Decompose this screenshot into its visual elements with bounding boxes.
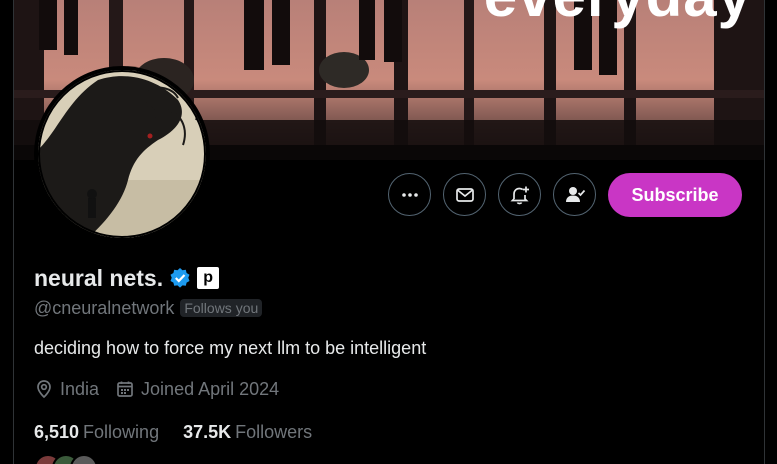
banner-text: everyday bbox=[484, 0, 752, 26]
more-button[interactable] bbox=[388, 173, 431, 216]
followed-by-row[interactable] bbox=[34, 454, 98, 464]
follower-avatar bbox=[70, 454, 98, 464]
profile-avatar[interactable] bbox=[34, 66, 210, 242]
joined-item: Joined April 2024 bbox=[115, 379, 279, 400]
follows-you-badge: Follows you bbox=[180, 299, 263, 317]
profile-bio: deciding how to force my next llm to be … bbox=[34, 338, 427, 358]
profile-meta: India Joined April 2024 bbox=[34, 377, 295, 401]
followers-label: Followers bbox=[235, 421, 313, 442]
following-button[interactable] bbox=[553, 173, 596, 216]
bell-plus-icon bbox=[509, 186, 529, 204]
avatar-image bbox=[38, 70, 206, 238]
joined-text: Joined April 2024 bbox=[141, 378, 280, 399]
display-name: neural nets. bbox=[34, 264, 164, 291]
followers-link[interactable]: 37.5K Followers bbox=[183, 422, 312, 443]
name-row: neural nets. p bbox=[34, 263, 220, 293]
location-text: India bbox=[60, 378, 100, 399]
more-horizontal-icon bbox=[401, 192, 418, 197]
envelope-icon bbox=[455, 187, 474, 202]
following-count: 6,510 bbox=[34, 421, 80, 442]
affiliate-badge-icon[interactable]: p bbox=[197, 267, 220, 289]
notify-button[interactable] bbox=[498, 173, 541, 216]
location-item: India bbox=[34, 379, 99, 400]
verified-badge-icon[interactable] bbox=[169, 267, 191, 289]
column-border-right bbox=[764, 0, 765, 464]
location-pin-icon bbox=[37, 380, 51, 399]
profile-stats: 6,510 Following 37.5K Followers bbox=[34, 420, 336, 444]
calendar-icon bbox=[117, 381, 133, 397]
person-check-icon bbox=[565, 186, 585, 202]
following-link[interactable]: 6,510 Following bbox=[34, 422, 159, 443]
followers-count: 37.5K bbox=[183, 421, 232, 442]
message-button[interactable] bbox=[443, 173, 486, 216]
profile-page: everyday bbox=[0, 0, 777, 464]
affiliate-badge-letter: p bbox=[203, 269, 213, 286]
user-handle: @cneuralnetwork bbox=[34, 297, 175, 318]
handle-row: @cneuralnetwork Follows you bbox=[34, 297, 263, 319]
subscribe-button[interactable]: Subscribe bbox=[608, 173, 742, 217]
following-label: Following bbox=[83, 421, 160, 442]
